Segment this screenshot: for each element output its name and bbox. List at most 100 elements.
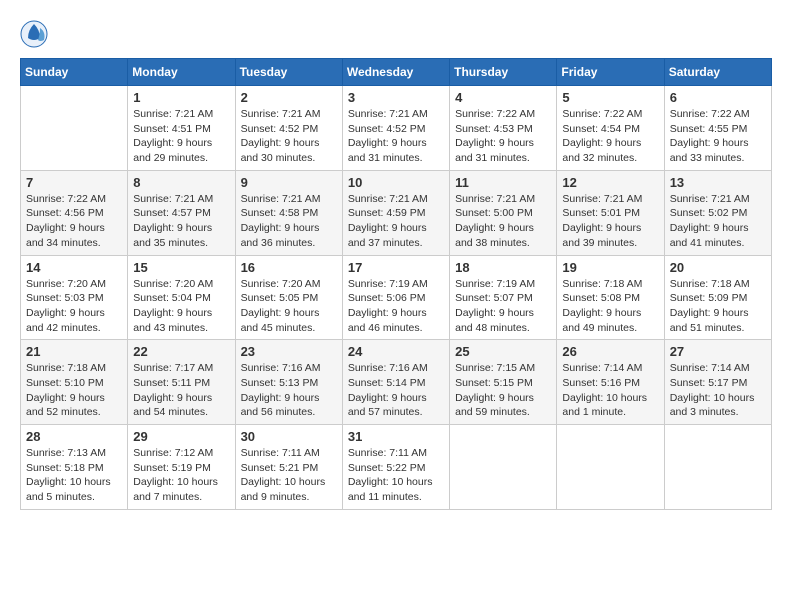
day-info: Sunrise: 7:21 AM Sunset: 4:52 PM Dayligh… [241,107,337,166]
calendar-day-cell: 7 Sunrise: 7:22 AM Sunset: 4:56 PM Dayli… [21,170,128,255]
weekday-header: Tuesday [235,59,342,86]
day-number: 25 [455,344,551,359]
day-number: 6 [670,90,766,105]
calendar-day-cell: 5 Sunrise: 7:22 AM Sunset: 4:54 PM Dayli… [557,86,664,171]
calendar-day-cell: 29 Sunrise: 7:12 AM Sunset: 5:19 PM Dayl… [128,425,235,510]
day-info: Sunrise: 7:11 AM Sunset: 5:22 PM Dayligh… [348,446,444,505]
day-number: 14 [26,260,122,275]
weekday-header: Sunday [21,59,128,86]
calendar-week-row: 1 Sunrise: 7:21 AM Sunset: 4:51 PM Dayli… [21,86,772,171]
day-number: 9 [241,175,337,190]
day-info: Sunrise: 7:21 AM Sunset: 5:00 PM Dayligh… [455,192,551,251]
day-number: 20 [670,260,766,275]
calendar-day-cell: 3 Sunrise: 7:21 AM Sunset: 4:52 PM Dayli… [342,86,449,171]
day-info: Sunrise: 7:20 AM Sunset: 5:04 PM Dayligh… [133,277,229,336]
calendar-day-cell: 19 Sunrise: 7:18 AM Sunset: 5:08 PM Dayl… [557,255,664,340]
calendar-day-cell [450,425,557,510]
calendar-day-cell: 21 Sunrise: 7:18 AM Sunset: 5:10 PM Dayl… [21,340,128,425]
calendar-day-cell [664,425,771,510]
day-info: Sunrise: 7:22 AM Sunset: 4:54 PM Dayligh… [562,107,658,166]
weekday-header: Wednesday [342,59,449,86]
day-number: 19 [562,260,658,275]
day-number: 12 [562,175,658,190]
day-number: 31 [348,429,444,444]
weekday-header: Friday [557,59,664,86]
day-info: Sunrise: 7:19 AM Sunset: 5:06 PM Dayligh… [348,277,444,336]
calendar-day-cell: 20 Sunrise: 7:18 AM Sunset: 5:09 PM Dayl… [664,255,771,340]
calendar-day-cell: 23 Sunrise: 7:16 AM Sunset: 5:13 PM Dayl… [235,340,342,425]
calendar-day-cell: 2 Sunrise: 7:21 AM Sunset: 4:52 PM Dayli… [235,86,342,171]
day-number: 18 [455,260,551,275]
calendar-week-row: 21 Sunrise: 7:18 AM Sunset: 5:10 PM Dayl… [21,340,772,425]
calendar-day-cell: 13 Sunrise: 7:21 AM Sunset: 5:02 PM Dayl… [664,170,771,255]
day-number: 7 [26,175,122,190]
day-info: Sunrise: 7:14 AM Sunset: 5:17 PM Dayligh… [670,361,766,420]
day-number: 11 [455,175,551,190]
day-number: 21 [26,344,122,359]
day-number: 4 [455,90,551,105]
day-info: Sunrise: 7:20 AM Sunset: 5:03 PM Dayligh… [26,277,122,336]
calendar-table: SundayMondayTuesdayWednesdayThursdayFrid… [20,58,772,510]
page-header [20,20,772,48]
calendar-day-cell: 30 Sunrise: 7:11 AM Sunset: 5:21 PM Dayl… [235,425,342,510]
calendar-day-cell: 31 Sunrise: 7:11 AM Sunset: 5:22 PM Dayl… [342,425,449,510]
day-number: 5 [562,90,658,105]
day-info: Sunrise: 7:21 AM Sunset: 5:02 PM Dayligh… [670,192,766,251]
calendar-day-cell: 11 Sunrise: 7:21 AM Sunset: 5:00 PM Dayl… [450,170,557,255]
calendar-day-cell: 14 Sunrise: 7:20 AM Sunset: 5:03 PM Dayl… [21,255,128,340]
day-info: Sunrise: 7:21 AM Sunset: 4:58 PM Dayligh… [241,192,337,251]
day-number: 13 [670,175,766,190]
calendar-day-cell: 17 Sunrise: 7:19 AM Sunset: 5:06 PM Dayl… [342,255,449,340]
calendar-day-cell: 25 Sunrise: 7:15 AM Sunset: 5:15 PM Dayl… [450,340,557,425]
calendar-day-cell: 24 Sunrise: 7:16 AM Sunset: 5:14 PM Dayl… [342,340,449,425]
day-info: Sunrise: 7:17 AM Sunset: 5:11 PM Dayligh… [133,361,229,420]
day-number: 16 [241,260,337,275]
day-info: Sunrise: 7:18 AM Sunset: 5:09 PM Dayligh… [670,277,766,336]
calendar-day-cell: 27 Sunrise: 7:14 AM Sunset: 5:17 PM Dayl… [664,340,771,425]
calendar-day-cell: 28 Sunrise: 7:13 AM Sunset: 5:18 PM Dayl… [21,425,128,510]
day-info: Sunrise: 7:18 AM Sunset: 5:08 PM Dayligh… [562,277,658,336]
day-info: Sunrise: 7:21 AM Sunset: 4:57 PM Dayligh… [133,192,229,251]
day-info: Sunrise: 7:21 AM Sunset: 4:51 PM Dayligh… [133,107,229,166]
day-info: Sunrise: 7:22 AM Sunset: 4:53 PM Dayligh… [455,107,551,166]
calendar-week-row: 14 Sunrise: 7:20 AM Sunset: 5:03 PM Dayl… [21,255,772,340]
day-number: 24 [348,344,444,359]
calendar-day-cell: 1 Sunrise: 7:21 AM Sunset: 4:51 PM Dayli… [128,86,235,171]
day-number: 28 [26,429,122,444]
weekday-header: Thursday [450,59,557,86]
weekday-header: Saturday [664,59,771,86]
day-number: 27 [670,344,766,359]
day-number: 17 [348,260,444,275]
day-info: Sunrise: 7:22 AM Sunset: 4:55 PM Dayligh… [670,107,766,166]
day-number: 10 [348,175,444,190]
day-info: Sunrise: 7:20 AM Sunset: 5:05 PM Dayligh… [241,277,337,336]
day-info: Sunrise: 7:21 AM Sunset: 4:59 PM Dayligh… [348,192,444,251]
calendar-day-cell [557,425,664,510]
logo [20,20,52,48]
day-info: Sunrise: 7:12 AM Sunset: 5:19 PM Dayligh… [133,446,229,505]
weekday-header: Monday [128,59,235,86]
day-info: Sunrise: 7:21 AM Sunset: 4:52 PM Dayligh… [348,107,444,166]
day-number: 2 [241,90,337,105]
day-number: 30 [241,429,337,444]
calendar-day-cell: 8 Sunrise: 7:21 AM Sunset: 4:57 PM Dayli… [128,170,235,255]
calendar-week-row: 7 Sunrise: 7:22 AM Sunset: 4:56 PM Dayli… [21,170,772,255]
logo-icon [20,20,48,48]
calendar-day-cell: 4 Sunrise: 7:22 AM Sunset: 4:53 PM Dayli… [450,86,557,171]
day-number: 29 [133,429,229,444]
day-info: Sunrise: 7:19 AM Sunset: 5:07 PM Dayligh… [455,277,551,336]
day-info: Sunrise: 7:16 AM Sunset: 5:13 PM Dayligh… [241,361,337,420]
calendar-day-cell: 10 Sunrise: 7:21 AM Sunset: 4:59 PM Dayl… [342,170,449,255]
day-number: 1 [133,90,229,105]
calendar-week-row: 28 Sunrise: 7:13 AM Sunset: 5:18 PM Dayl… [21,425,772,510]
calendar-day-cell: 12 Sunrise: 7:21 AM Sunset: 5:01 PM Dayl… [557,170,664,255]
day-info: Sunrise: 7:21 AM Sunset: 5:01 PM Dayligh… [562,192,658,251]
day-number: 22 [133,344,229,359]
calendar-day-cell: 26 Sunrise: 7:14 AM Sunset: 5:16 PM Dayl… [557,340,664,425]
calendar-day-cell [21,86,128,171]
day-number: 8 [133,175,229,190]
day-info: Sunrise: 7:18 AM Sunset: 5:10 PM Dayligh… [26,361,122,420]
calendar-day-cell: 18 Sunrise: 7:19 AM Sunset: 5:07 PM Dayl… [450,255,557,340]
day-info: Sunrise: 7:14 AM Sunset: 5:16 PM Dayligh… [562,361,658,420]
day-info: Sunrise: 7:16 AM Sunset: 5:14 PM Dayligh… [348,361,444,420]
